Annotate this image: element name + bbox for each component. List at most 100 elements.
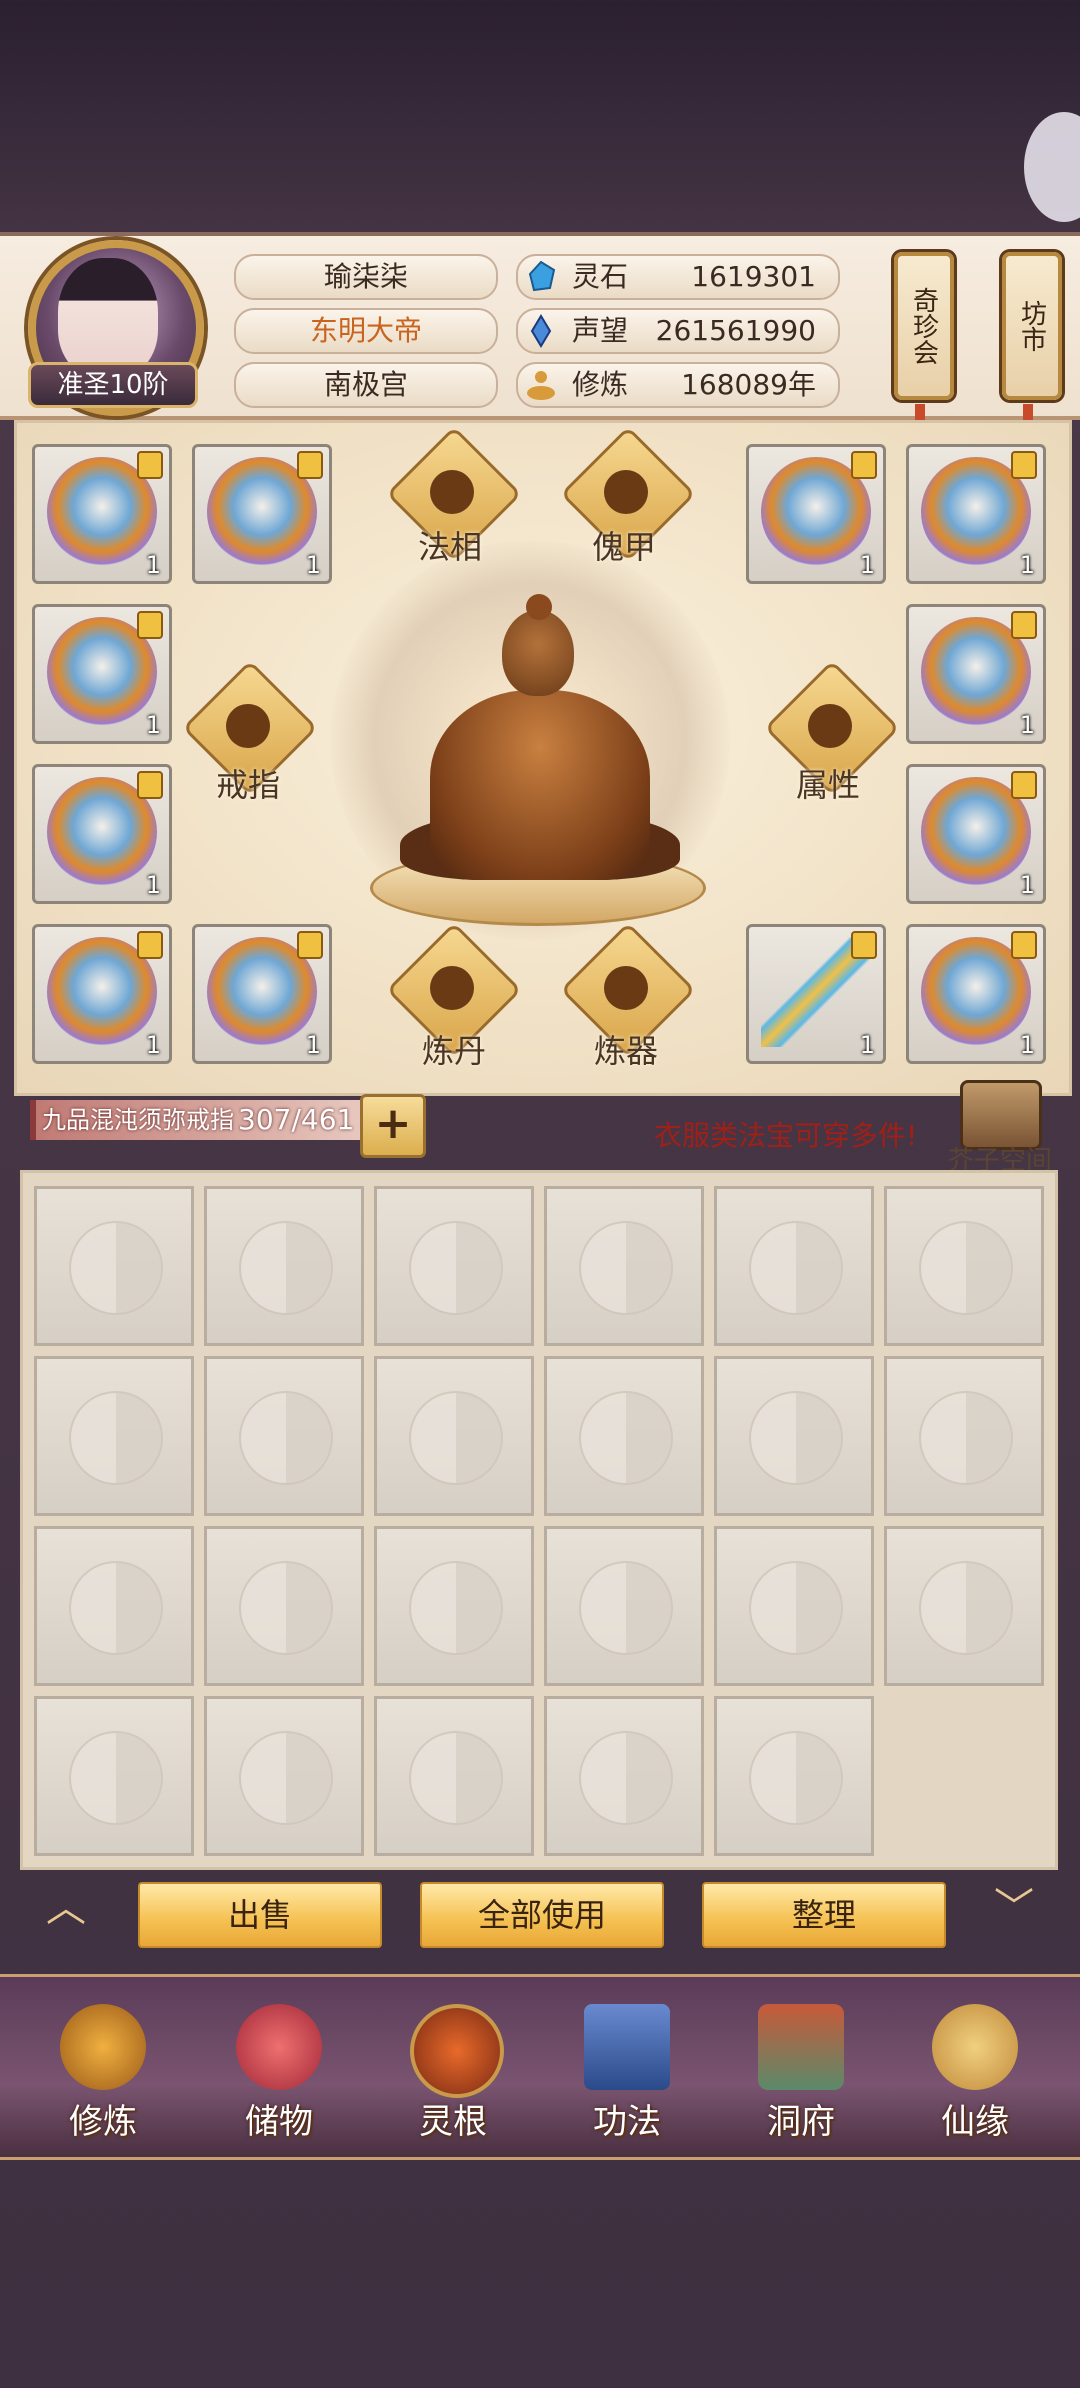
treasure-fair-button[interactable]: 奇珍会 <box>894 252 954 400</box>
inventory-cell[interactable] <box>714 1356 874 1516</box>
yin-yang-icon <box>239 1731 333 1825</box>
ring-capacity: 307/461 <box>238 1103 355 1136</box>
yin-yang-icon <box>919 1391 1013 1485</box>
inventory-cell[interactable] <box>374 1186 534 1346</box>
sort-button[interactable]: 整理 <box>702 1882 946 1948</box>
item-count: 1 <box>145 1031 161 1059</box>
lock-icon <box>851 451 877 479</box>
attributes-icon <box>808 704 852 748</box>
yin-yang-icon <box>69 1391 163 1485</box>
inventory-cell[interactable] <box>204 1186 364 1346</box>
scroll-up-chevron-icon[interactable]: ︿ <box>36 1888 96 1928</box>
equipment-slot[interactable]: 1 <box>32 444 172 584</box>
item-count: 1 <box>145 551 161 579</box>
kui-jia-label: 傀甲 <box>592 528 657 566</box>
equipment-slot[interactable]: 1 <box>192 444 332 584</box>
equipment-slot[interactable]: 1 <box>32 764 172 904</box>
character-silhouette <box>502 610 574 696</box>
nav-item-cave[interactable]: 洞府 <box>726 1984 876 2154</box>
nav-item-cultivate[interactable]: 修炼 <box>28 1984 178 2154</box>
nav-item-technique[interactable]: 功法 <box>552 1984 702 2154</box>
equipment-slot[interactable]: 1 <box>906 924 1046 1064</box>
equipment-slot[interactable]: 1 <box>906 604 1046 744</box>
nav-item-storage[interactable]: 储物 <box>204 1984 354 2154</box>
yin-yang-icon <box>409 1561 503 1655</box>
nav-item-label: 修炼 <box>69 2102 137 2142</box>
equipment-slot[interactable]: 1 <box>32 924 172 1064</box>
resource-value: 168089年 <box>681 368 816 401</box>
cultivation-icon <box>524 368 558 402</box>
sell-button[interactable]: 出售 <box>138 1882 382 1948</box>
inventory-cell[interactable] <box>714 1186 874 1346</box>
resource-label: 灵石 <box>572 260 629 293</box>
character-silhouette <box>430 690 650 880</box>
yin-yang-icon <box>749 1561 843 1655</box>
lian-dan-label: 炼丹 <box>422 1032 487 1070</box>
expand-capacity-button[interactable]: + <box>360 1094 426 1158</box>
inventory-cell[interactable] <box>374 1356 534 1516</box>
equipment-slot[interactable]: 1 <box>192 924 332 1064</box>
item-count: 1 <box>1019 871 1035 899</box>
inventory-cell[interactable] <box>204 1526 364 1686</box>
yin-yang-icon <box>749 1391 843 1485</box>
lock-icon <box>1011 931 1037 959</box>
inventory-cell[interactable] <box>34 1356 194 1516</box>
lian-qi-label: 炼器 <box>594 1032 659 1070</box>
lock-icon <box>1011 451 1037 479</box>
resource-value: 261561990 <box>655 314 816 347</box>
scroll-down-chevron-icon[interactable]: ﹀ <box>984 1888 1044 1928</box>
character-silhouette <box>526 594 552 620</box>
resource-value: 1619301 <box>691 260 816 293</box>
immortal-fate-icon <box>932 2004 1018 2090</box>
nav-item-label: 功法 <box>593 2102 661 2142</box>
yin-yang-icon <box>919 1561 1013 1655</box>
technique-book-icon <box>584 2004 670 2090</box>
inventory-cell[interactable] <box>884 1186 1044 1346</box>
dharma-form-icon <box>430 470 474 514</box>
nav-item-immortal-fate[interactable]: 仙缘 <box>900 1984 1050 2154</box>
inventory-cell[interactable] <box>884 1526 1044 1686</box>
inventory-cell[interactable] <box>544 1356 704 1516</box>
equipment-slot[interactable]: 1 <box>906 764 1046 904</box>
inventory-cell[interactable] <box>714 1696 874 1856</box>
item-count: 1 <box>1019 551 1035 579</box>
inventory-cell[interactable] <box>374 1526 534 1686</box>
inventory-cell[interactable] <box>544 1526 704 1686</box>
inventory-cell[interactable] <box>34 1186 194 1346</box>
inventory-cell[interactable] <box>204 1696 364 1856</box>
cave-dwelling-icon <box>758 2004 844 2090</box>
rank-badge: 准圣10阶 <box>28 362 198 408</box>
inventory-cell[interactable] <box>34 1696 194 1856</box>
inventory-cell[interactable] <box>374 1696 534 1856</box>
nav-item-spirit-root[interactable]: 灵根 <box>378 1984 528 2154</box>
spirit-stone-icon <box>524 260 558 294</box>
equipment-slot[interactable]: 1 <box>906 444 1046 584</box>
avatar-portrait <box>58 258 158 378</box>
item-count: 1 <box>145 871 161 899</box>
resource-spirit-stone: 灵石 1619301 <box>516 254 840 300</box>
inventory-cell[interactable] <box>544 1696 704 1856</box>
fa-xiang-label: 法相 <box>418 528 483 566</box>
alchemy-cauldron-icon <box>430 966 474 1010</box>
item-count: 1 <box>1019 711 1035 739</box>
inventory-cell[interactable] <box>204 1356 364 1516</box>
yin-yang-icon <box>409 1391 503 1485</box>
yin-yang-icon <box>409 1221 503 1315</box>
market-button[interactable]: 坊市 <box>1002 252 1062 400</box>
item-count: 1 <box>305 551 321 579</box>
lock-icon <box>1011 771 1037 799</box>
player-title[interactable]: 东明大帝 <box>234 308 498 354</box>
use-all-button[interactable]: 全部使用 <box>420 1882 664 1948</box>
equipment-slot[interactable]: 1 <box>32 604 172 744</box>
lock-icon <box>137 931 163 959</box>
shu-xing-label: 属性 <box>796 766 861 804</box>
floating-assistant-button[interactable] <box>1024 112 1080 222</box>
inventory-cell[interactable] <box>884 1356 1044 1516</box>
inventory-cell[interactable] <box>544 1186 704 1346</box>
ring-name: 九品混沌须弥戒指 <box>42 1106 234 1134</box>
lock-icon <box>297 451 323 479</box>
inventory-cell[interactable] <box>34 1526 194 1686</box>
inventory-cell[interactable] <box>714 1526 874 1686</box>
equipment-slot[interactable]: 1 <box>746 444 886 584</box>
equipment-slot-weapon[interactable]: 1 <box>746 924 886 1064</box>
